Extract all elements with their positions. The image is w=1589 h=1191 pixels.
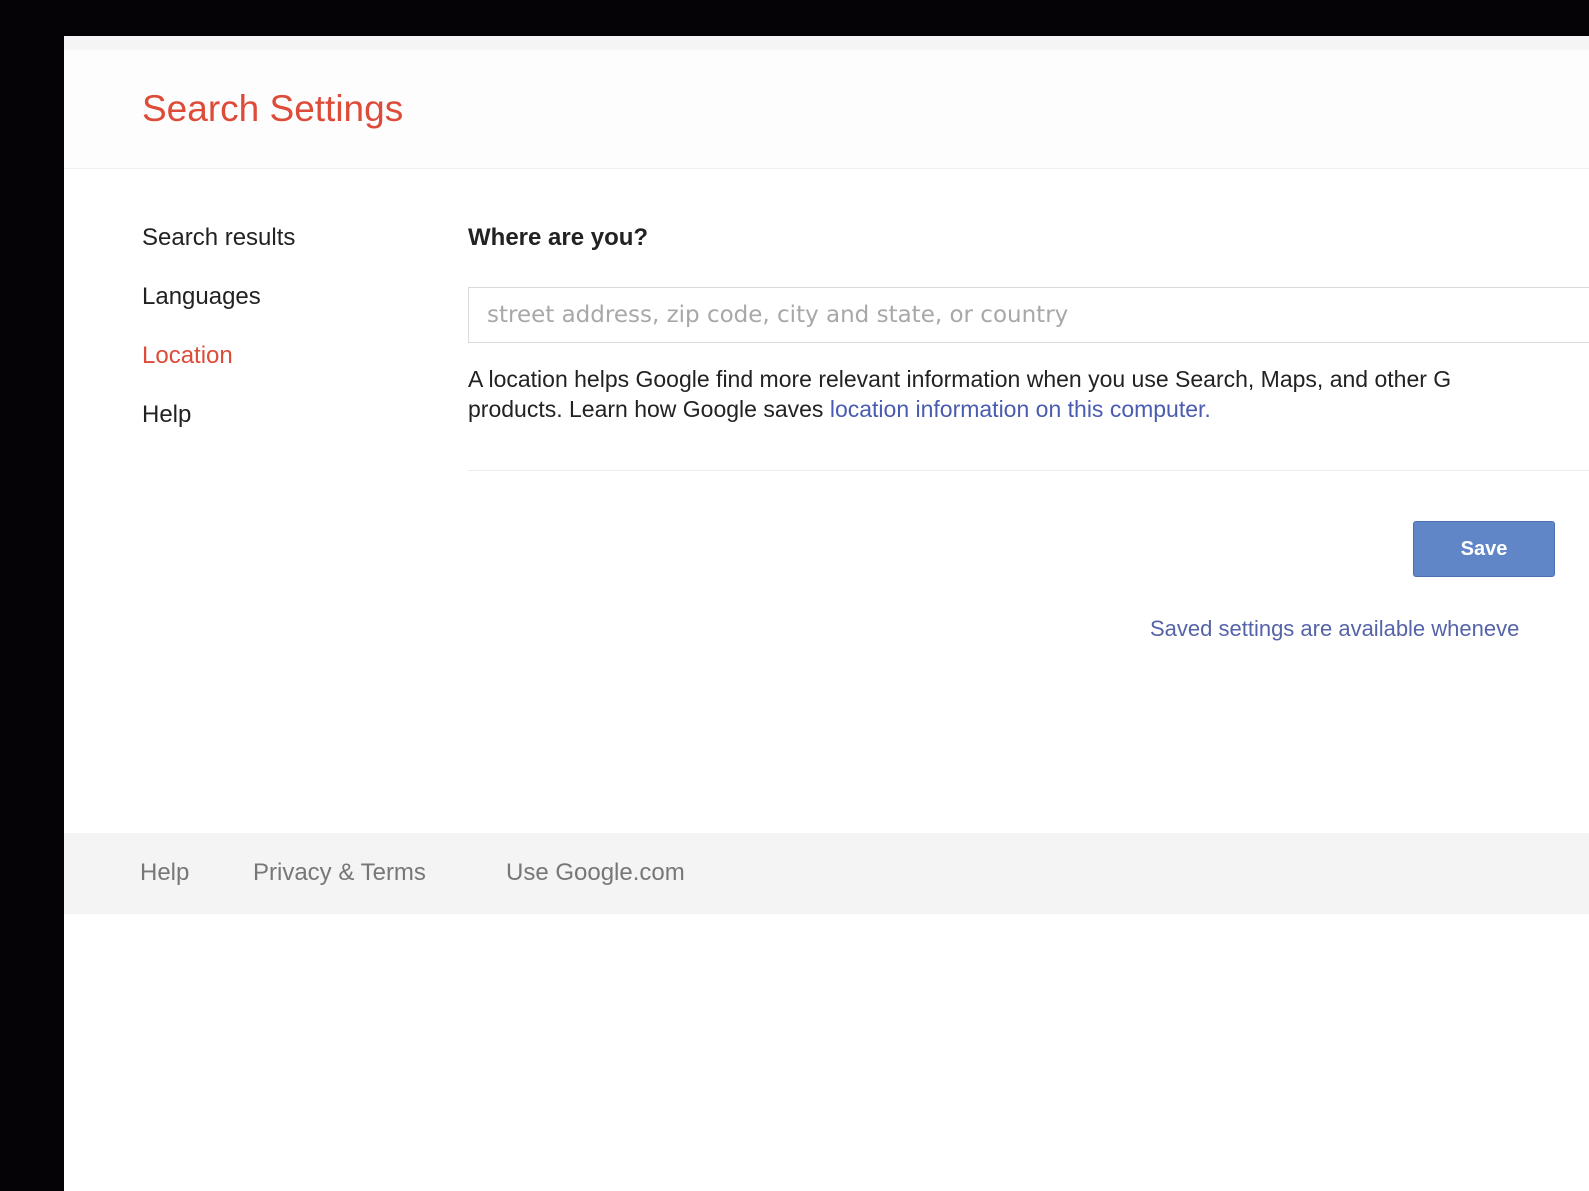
footer-link-use-google[interactable]: Use Google.com: [506, 859, 685, 887]
location-settings-panel: Where are you? A location helps Google f…: [468, 224, 1589, 641]
page-footer: Help Privacy & Terms Use Google.com: [64, 833, 1589, 914]
footer-link-help[interactable]: Help: [140, 859, 189, 887]
location-description-line1: A location helps Google find more releva…: [468, 366, 1452, 392]
save-button[interactable]: Save: [1413, 521, 1555, 577]
sidebar-item-search-results[interactable]: Search results: [142, 224, 295, 283]
top-strip: [64, 36, 1589, 50]
sidebar-item-languages[interactable]: Languages: [142, 283, 295, 342]
settings-sidebar: Search results Languages Location Help: [142, 224, 295, 460]
location-info-link[interactable]: location information on this computer.: [830, 396, 1211, 422]
location-description: A location helps Google find more releva…: [468, 364, 1589, 424]
page-title: Search Settings: [142, 88, 404, 129]
sidebar-item-help[interactable]: Help: [142, 401, 295, 460]
page-header: Search Settings: [64, 36, 1589, 169]
sidebar-item-location[interactable]: Location: [142, 342, 295, 401]
footer-link-privacy-terms[interactable]: Privacy & Terms: [253, 859, 426, 887]
saved-settings-note[interactable]: Saved settings are available wheneve: [1150, 616, 1519, 642]
location-description-line2: products. Learn how Google saves: [468, 396, 830, 422]
section-divider: [468, 470, 1589, 471]
browser-viewport: Search Settings Search results Languages…: [64, 36, 1589, 1191]
location-section-title: Where are you?: [468, 224, 649, 251]
location-input[interactable]: [468, 287, 1589, 343]
